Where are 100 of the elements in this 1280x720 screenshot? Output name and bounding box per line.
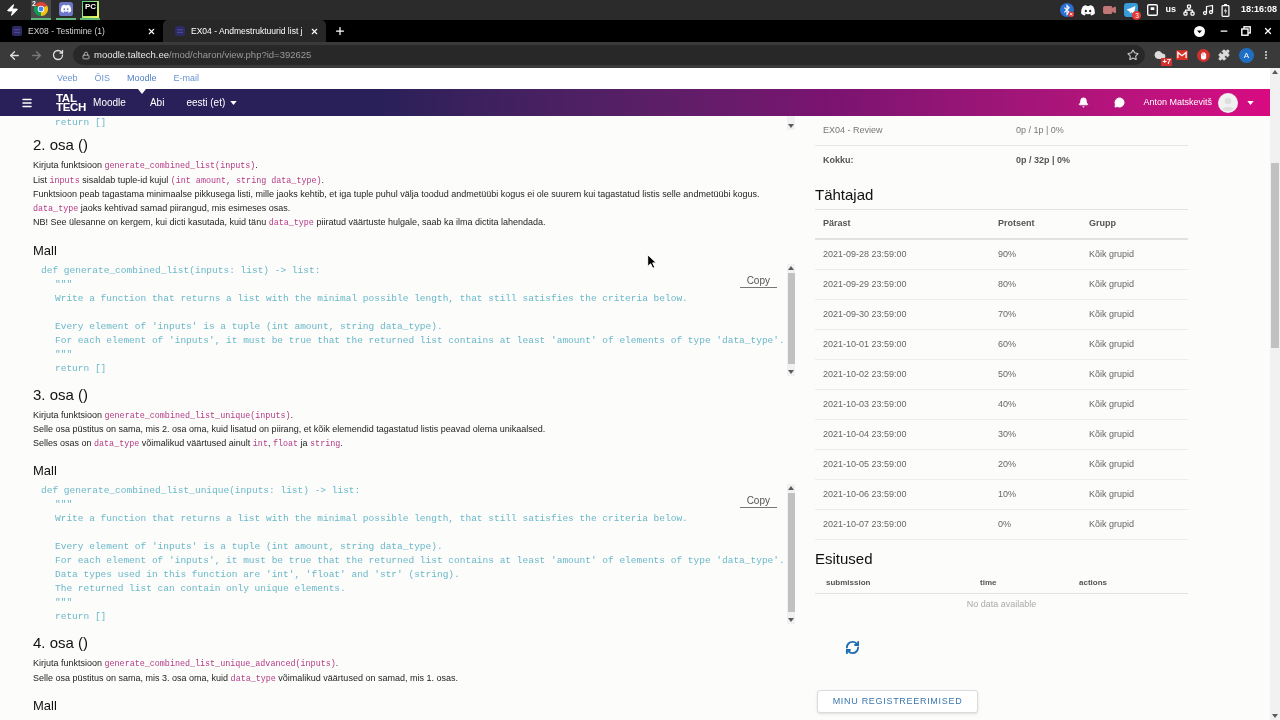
bluetooth-icon	[1060, 3, 1075, 17]
chat-bubble-icon[interactable]	[1114, 97, 1126, 108]
clock-text: 18:16:08	[1240, 3, 1277, 17]
code-line: Write a function that returns a list with the minimal possible length, that still satisfies the criteria below.	[55, 291, 688, 306]
section-heading: 2. osa ()	[33, 135, 90, 155]
avatar-icon	[1218, 92, 1238, 113]
code-line: Every element of 'inputs' is a tuple (int amount, string data_type).	[55, 540, 443, 554]
site-logo[interactable]: TAL TECH	[56, 93, 87, 112]
table-cell-text: 2021-10-03 23:59:00	[823, 397, 907, 411]
column-header: time	[980, 576, 997, 589]
close-icon[interactable]	[310, 26, 319, 36]
registrations-button[interactable]: MINU REGISTREERIMISED	[817, 690, 978, 713]
scroll-up-arrow-icon[interactable]	[788, 486, 794, 490]
document-icon	[1147, 4, 1159, 16]
menu-icon[interactable]	[21, 96, 33, 109]
restore-icon[interactable]	[1241, 26, 1251, 36]
chat-app-icon	[58, 2, 73, 16]
table-cell-text: 80%	[998, 277, 1016, 291]
empty-table-message: No data available	[966, 598, 1037, 612]
puzzle-icon[interactable]	[1218, 49, 1230, 61]
scroll-down-arrow-icon[interactable]	[788, 618, 794, 622]
nav-link[interactable]: Moodle	[93, 95, 126, 110]
table-cell-text: 50%	[998, 367, 1016, 381]
refresh-icon[interactable]	[845, 640, 860, 655]
code-line: For each element of 'inputs', it must be true that the returned list contains at least 'amount' of elements of type 'data_type'.	[55, 333, 785, 348]
table-cell-text: Kõik grupid	[1089, 487, 1135, 501]
close-icon[interactable]	[1263, 26, 1273, 36]
back-icon[interactable]	[8, 48, 21, 62]
template-heading: Mall	[33, 463, 58, 479]
code-line: The returned list can contain only unique elements.	[55, 582, 346, 596]
site-favicon-icon	[175, 26, 185, 36]
summary-value: 0p / 32p | 0%	[1016, 154, 1071, 168]
table-cell-text: Kõik grupid	[1089, 247, 1135, 261]
column-header: Grupp	[1089, 217, 1116, 231]
table-cell-text: 2021-10-07 23:59:00	[823, 517, 907, 531]
scroll-down-arrow-icon[interactable]	[788, 369, 794, 374]
code-line: Every element of 'inputs' is a tuple (int amount, string data_type).	[55, 319, 443, 334]
code-line: """	[55, 596, 73, 610]
scroll-down-arrow-icon[interactable]	[1272, 714, 1278, 718]
scrollbar-thumb[interactable]	[787, 272, 795, 364]
cloud-icon[interactable]	[1153, 49, 1167, 61]
mouse-pointer-icon	[647, 254, 657, 269]
table-cell-text: Kõik grupid	[1089, 427, 1135, 441]
scrollbar-thumb[interactable]	[1271, 163, 1279, 348]
section-heading: 4. osa ()	[33, 633, 90, 653]
scroll-up-arrow-icon[interactable]	[1272, 70, 1278, 74]
code-line: """	[55, 498, 73, 512]
user-menu[interactable]: Anton Matskevitš	[1143, 92, 1254, 113]
table-cell-text: 10%	[998, 487, 1016, 501]
table-cell-text: 30%	[998, 427, 1016, 441]
column-header: actions	[1079, 576, 1107, 589]
language-menu[interactable]: eesti (et)	[186, 95, 238, 110]
browser-tab[interactable]: EX04 - Andmestruktuurid list j	[163, 20, 326, 42]
bolt-icon[interactable]	[6, 3, 19, 17]
code-line: Data types used in this function are 'int', 'float' and 'str' (string).	[55, 568, 460, 582]
code-line: """	[55, 347, 73, 362]
copy-button[interactable]: Copy	[739, 494, 777, 508]
table-cell-text: 2021-10-06 23:59:00	[823, 487, 907, 501]
table-cell-text: 60%	[998, 337, 1016, 351]
caret-icon	[1247, 100, 1254, 105]
code-line: return []	[55, 116, 107, 130]
site-link[interactable]: Moodle	[127, 68, 157, 89]
description-text: Selles osas on data_type võimalikud väärtused ainult int, float ja string.	[33, 436, 344, 451]
section-heading: 3. osa ()	[33, 384, 90, 405]
scroll-down-arrow-icon[interactable]	[788, 124, 794, 128]
table-cell-text: Kõik grupid	[1089, 517, 1135, 531]
hand-icon[interactable]	[1197, 48, 1210, 62]
new-tab-icon[interactable]	[334, 25, 346, 37]
taskbar-button[interactable]: PC	[80, 0, 100, 20]
table-cell-text: 70%	[998, 307, 1016, 321]
star-icon[interactable]	[1127, 49, 1139, 61]
summary-value: 0p / 1p | 0%	[1016, 123, 1064, 137]
description-text: Selle osa püstitus on sama, mis 3. osa oma, kuid data_type võimalikud väärtused on samad, mis 1. osas.	[33, 671, 459, 686]
keyboard-layout-label: us	[1165, 3, 1176, 17]
dropdown-circle-icon[interactable]	[1194, 25, 1205, 37]
code-line: For each element of 'inputs', it must be true that the returned list contains at least 'amount' of elements of type 'data_type'.	[55, 554, 785, 568]
table-cell-text: Kõik grupid	[1089, 367, 1135, 381]
network-icon	[1182, 4, 1195, 16]
browser-logo-icon	[34, 2, 48, 16]
copy-button[interactable]: Copy	[739, 273, 777, 288]
reload-icon[interactable]	[52, 49, 64, 61]
description-text: List inputs sisaldab tuple-id kujul (int amount, string data_type).	[33, 173, 326, 188]
bell-icon[interactable]	[1078, 97, 1090, 108]
mail-icon[interactable]	[1176, 50, 1188, 60]
nav-link[interactable]: Abi	[149, 95, 165, 110]
description-text: Kirjuta funktsioon generate_combined_list_unique_advanced(inputs).	[33, 657, 340, 671]
table-cell-text: 2021-09-30 23:59:00	[823, 307, 907, 321]
messenger-icon	[1124, 3, 1139, 17]
description-text: Funktsioon peab tagastama minimaalse pikkusega listi, mille jaoks kehtib, et iga tuple puhul välja toodud andmetüübi kogus ei ole suurem kui tagastatud listis selle andmetüübi kogus.	[33, 188, 761, 201]
address-field[interactable]: moodle.taltech.ee/mod/charon/view.php?id=392625	[73, 45, 1145, 65]
column-header: Protsent	[998, 217, 1035, 231]
table-cell-text: 2021-09-29 23:59:00	[823, 277, 907, 291]
code-line: Write a function that returns a list with the minimal possible length, that still satisfies the criteria below.	[55, 512, 688, 526]
table-cell-text: 40%	[998, 397, 1016, 411]
profile-button[interactable]: A	[1239, 47, 1254, 63]
table-cell-text: Kõik grupid	[1089, 307, 1135, 321]
template-heading: Mall	[33, 698, 58, 714]
close-icon[interactable]	[147, 26, 156, 36]
scroll-up-arrow-icon[interactable]	[788, 265, 794, 270]
description-text: NB! See ülesanne on kergem, kui dicti kasutada, kuid tänu data_type piiratud väärtuste hulgale, saab ka ilma dictita lahendada.	[33, 216, 547, 230]
